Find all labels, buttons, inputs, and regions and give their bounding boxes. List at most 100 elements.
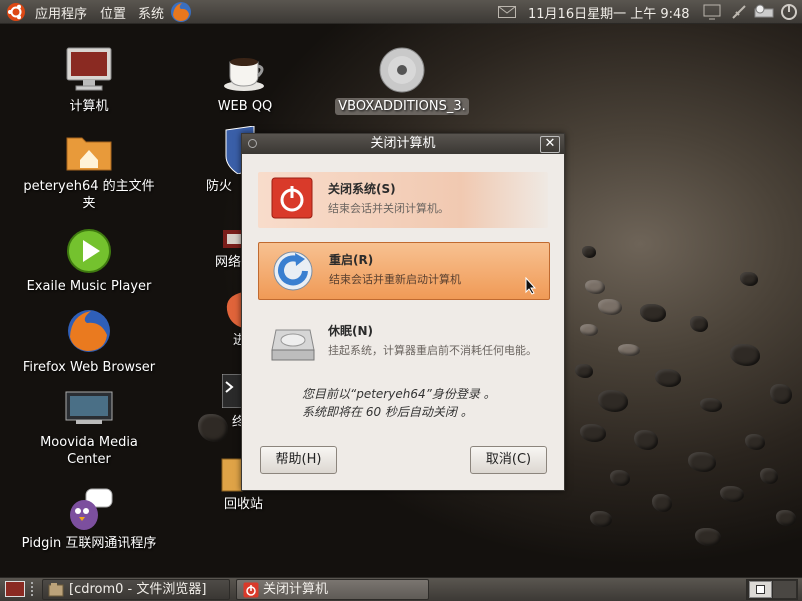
mail-icon[interactable] <box>498 6 516 18</box>
desktop-icon-webqq[interactable]: WEB QQ <box>200 46 290 115</box>
shutdown-desc: 结束会话并关闭计算机。 <box>328 202 449 215</box>
wallpaper-rock <box>700 398 722 412</box>
firefox-icon <box>68 310 110 352</box>
wallpaper-rock <box>655 369 681 387</box>
hibernate-title: 休眠(N) <box>328 324 374 338</box>
restart-title: 重启(R) <box>329 253 374 267</box>
workspace-1[interactable] <box>749 581 772 598</box>
wallpaper-rock <box>776 510 796 526</box>
window-thumbnail-icon <box>756 585 765 594</box>
wallpaper-rock <box>610 470 630 486</box>
home-folder-icon <box>66 137 112 171</box>
ubuntu-logo-icon[interactable] <box>6 2 26 22</box>
media-center-icon <box>65 391 113 424</box>
dialog-titlebar[interactable]: 关闭计算机 ✕ <box>242 134 564 154</box>
task-label: [cdrom0 - 文件浏览器] <box>69 582 207 597</box>
task-shutdown-dialog[interactable]: 关闭计算机 <box>236 579 429 600</box>
desktop-icon-vboxadditions[interactable]: VBOXADDITIONS_3. <box>332 46 472 115</box>
desktop-icon-label: Moovida Media <box>40 435 138 450</box>
pidgin-bird-icon <box>70 488 113 530</box>
desktop-icon-label: Pidgin 互联网通讯程序 <box>21 536 157 551</box>
bottom-panel: [cdrom0 - 文件浏览器] 关闭计算机 <box>0 577 802 601</box>
power-icon <box>271 177 313 219</box>
wallpaper-rock <box>640 304 666 322</box>
desktop-icon-label: Exaile Music Player <box>26 279 152 294</box>
close-icon: ✕ <box>544 136 556 151</box>
workspace-switcher[interactable] <box>746 579 798 600</box>
wallpaper-rock <box>575 364 593 378</box>
workspace-2[interactable] <box>773 581 796 598</box>
computer-icon <box>66 47 112 91</box>
display-icon[interactable] <box>703 4 721 20</box>
wallpaper-rock <box>580 324 598 336</box>
wallpaper-rock <box>198 414 228 442</box>
wallpaper-rock <box>618 344 640 356</box>
wallpaper-rock <box>598 299 622 315</box>
desktop-icon-label: 网络 <box>215 255 242 270</box>
restart-desc: 结束会话并重新启动计算机 <box>329 273 461 286</box>
shutdown-title: 关闭系统(S) <box>328 182 396 196</box>
harddisk-icon <box>271 329 315 361</box>
shutdown-dialog: 关闭计算机 ✕ 关闭系统(S) 结束会话并关闭计算机。 重启(R) 结束会话并重… <box>241 133 565 491</box>
dialog-title: 关闭计算机 <box>370 136 436 151</box>
menu-system[interactable]: 系统 <box>138 3 164 22</box>
clock[interactable]: 11月16日星期一 上午 9:48 <box>528 3 690 22</box>
show-desktop-icon[interactable] <box>5 581 25 597</box>
panel-handle[interactable] <box>31 582 37 596</box>
hibernate-option[interactable]: 休眠(N) 挂起系统，计算器重启前不消耗任何电能。 <box>258 314 548 370</box>
task-file-browser[interactable]: [cdrom0 - 文件浏览器] <box>42 579 230 600</box>
desktop-icon-label: WEB QQ <box>217 99 273 114</box>
window-menu-icon[interactable] <box>248 139 257 148</box>
desktop-icon-home[interactable]: peteryeh64 的主文件 夹 <box>20 130 158 212</box>
desktop-icon-firefox[interactable]: Firefox Web Browser <box>14 307 164 376</box>
network-disconnected-icon[interactable] <box>731 4 747 20</box>
menu-places[interactable]: 位置 <box>100 3 126 22</box>
desktop-icon-firewall[interactable]: 防火 <box>206 126 255 195</box>
hibernate-desc: 挂起系统，计算器重启前不消耗任何电能。 <box>328 344 537 357</box>
countdown-text: 系统即将在 60 秒后自动关闭 。 <box>302 405 473 419</box>
wallpaper-rock <box>688 452 716 472</box>
desktop-icon-label: 防火 <box>206 179 233 194</box>
desktop-icon-moovida[interactable]: Moovida Media Center <box>14 390 164 468</box>
wallpaper-rock <box>730 344 760 366</box>
cdrom-icon <box>379 47 425 93</box>
task-label: 关闭计算机 <box>263 582 329 597</box>
top-panel: 应用程序 位置 系统 11月16日星期一 上午 9:48 <box>0 0 802 24</box>
wallpaper-rock <box>720 486 744 502</box>
desktop-icon-label: 夹 <box>82 196 96 211</box>
desktop-icon-computer[interactable]: 计算机 <box>44 46 134 115</box>
wallpaper-rock <box>740 272 758 286</box>
help-button[interactable]: 帮助(H) <box>260 446 337 474</box>
play-button-icon <box>67 229 111 273</box>
restart-icon <box>273 251 313 291</box>
desktop-icon-exaile[interactable]: Exaile Music Player <box>14 228 164 295</box>
firefox-launcher-icon[interactable] <box>170 1 192 23</box>
desktop-icon-label: 回收站 <box>224 497 264 512</box>
desktop-icon-pidgin[interactable]: Pidgin 互联网通讯程序 <box>14 487 164 552</box>
wallpaper-rock <box>582 246 596 258</box>
cancel-button[interactable]: 取消(C) <box>470 446 547 474</box>
desktop-icon-label: Firefox Web Browser <box>22 360 156 375</box>
wallpaper-rock <box>760 468 778 484</box>
close-button[interactable]: ✕ <box>540 136 560 153</box>
wallpaper-rock <box>580 424 606 442</box>
desktop-icon-label: Center <box>67 452 111 467</box>
shutdown-panel-icon[interactable] <box>780 3 798 21</box>
restart-option[interactable]: 重启(R) 结束会话并重新启动计算机 <box>258 242 550 300</box>
desktop-icon-label: 计算机 <box>69 99 109 114</box>
wallpaper-rock <box>652 494 672 512</box>
wallpaper-rock <box>590 511 612 527</box>
desktop-icon-label: VBOXADDITIONS_3. <box>335 98 469 115</box>
shutdown-option[interactable]: 关闭系统(S) 结束会话并关闭计算机。 <box>258 172 548 228</box>
desktop-icon-label: peteryeh64 的主文件 <box>23 179 155 194</box>
menu-applications[interactable]: 应用程序 <box>35 3 87 22</box>
login-info: 您目前以“peteryeh64”身份登录 。 <box>302 387 496 401</box>
wallpaper-rock <box>745 434 765 450</box>
coffee-cup-icon <box>224 58 264 91</box>
wallpaper-rock <box>690 316 708 332</box>
power-icon <box>243 582 259 598</box>
power-indicator-icon[interactable] <box>754 4 776 20</box>
wallpaper-rock <box>598 390 628 412</box>
terminal-icon <box>222 374 242 408</box>
wallpaper-rock <box>585 280 605 294</box>
